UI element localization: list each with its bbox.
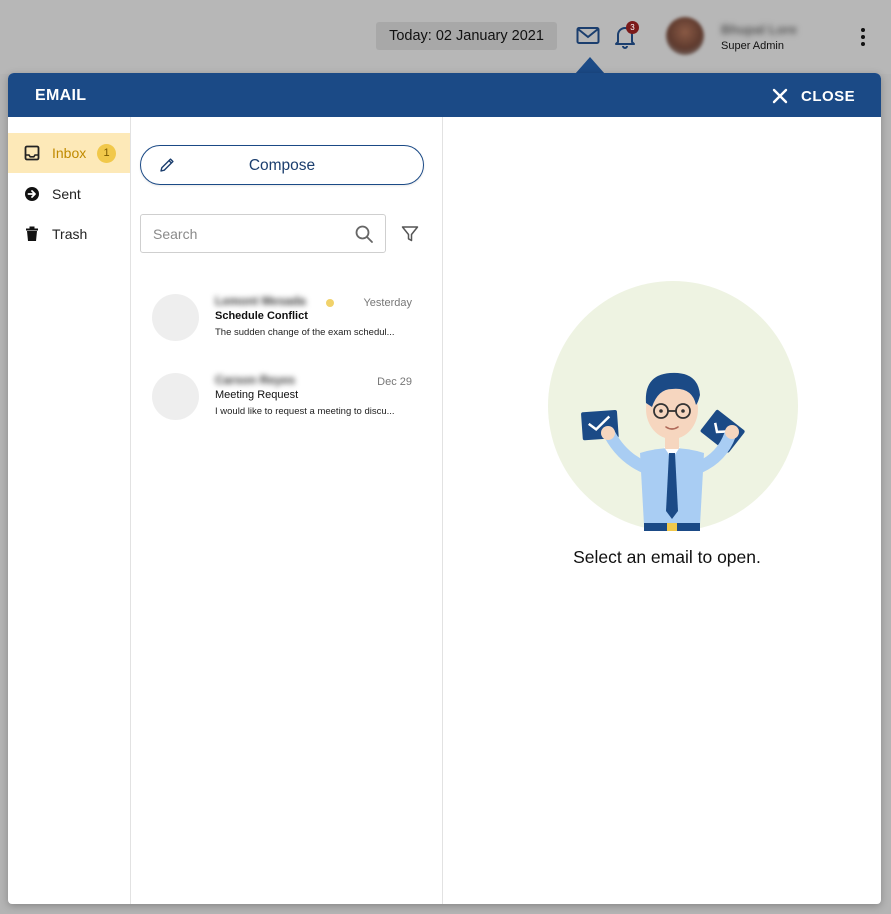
- sent-arrow-icon: [25, 187, 39, 201]
- message-item[interactable]: Lemont Mesada Yesterday Schedule Conflic…: [131, 294, 442, 356]
- message-date: Dec 29: [377, 376, 412, 388]
- sender-avatar: [152, 294, 199, 341]
- folder-label: Trash: [52, 226, 88, 242]
- folder-label: Inbox: [52, 145, 87, 161]
- close-button[interactable]: CLOSE: [771, 85, 855, 107]
- compose-label: Compose: [248, 157, 316, 174]
- empty-state-message: Select an email to open.: [573, 547, 761, 567]
- mail-icon[interactable]: [576, 25, 600, 47]
- modal-header: EMAIL CLOSE: [8, 73, 881, 117]
- filter-icon[interactable]: [401, 225, 419, 243]
- folder-trash[interactable]: Trash: [8, 214, 130, 254]
- empty-state-illustration: [581, 372, 745, 531]
- popover-pointer: [575, 57, 605, 74]
- sender-name: Carson Reyes: [215, 373, 296, 387]
- email-modal: EMAIL CLOSE Inbox 1 Sent Trash Compose S…: [8, 73, 881, 904]
- search-field: [140, 214, 386, 253]
- trash-icon: [26, 226, 38, 241]
- close-icon: [772, 88, 788, 104]
- unread-dot: [326, 299, 334, 307]
- sender-name: Lemont Mesada: [215, 294, 306, 308]
- modal-title: EMAIL: [35, 87, 87, 104]
- more-menu-icon[interactable]: [857, 28, 869, 46]
- user-role: Super Admin: [721, 40, 784, 52]
- user-name: Bhupal Lore: [721, 22, 797, 37]
- message-subject: Schedule Conflict: [215, 310, 308, 322]
- folder-label: Sent: [52, 186, 81, 202]
- notification-badge: 3: [626, 21, 639, 34]
- top-bar: Today: 02 January 2021 3 Bhupal Lore Sup…: [0, 0, 891, 74]
- sender-avatar: [152, 373, 199, 420]
- message-item[interactable]: Carson Reyes Dec 29 Meeting Request I wo…: [131, 373, 442, 435]
- folder-list: Inbox 1 Sent Trash: [8, 117, 131, 904]
- inbox-icon: [24, 145, 40, 161]
- reading-pane: Select an email to open.: [444, 117, 881, 904]
- message-list-panel: Compose Lemont Mesada Yesterday Schedule…: [131, 117, 443, 904]
- today-date: Today: 02 January 2021: [376, 22, 557, 50]
- message-preview: The sudden change of the exam schedul...: [215, 327, 395, 338]
- message-preview: I would like to request a meeting to dis…: [215, 406, 395, 417]
- compose-button[interactable]: Compose: [140, 145, 424, 185]
- folder-sent[interactable]: Sent: [8, 174, 130, 214]
- unread-count-badge: 1: [97, 143, 116, 163]
- folder-inbox[interactable]: Inbox 1: [8, 133, 130, 173]
- avatar[interactable]: [666, 17, 704, 55]
- close-label: CLOSE: [801, 87, 856, 105]
- message-date: Yesterday: [363, 297, 412, 309]
- search-input[interactable]: [153, 224, 343, 244]
- search-icon[interactable]: [354, 224, 374, 244]
- message-subject: Meeting Request: [215, 389, 299, 401]
